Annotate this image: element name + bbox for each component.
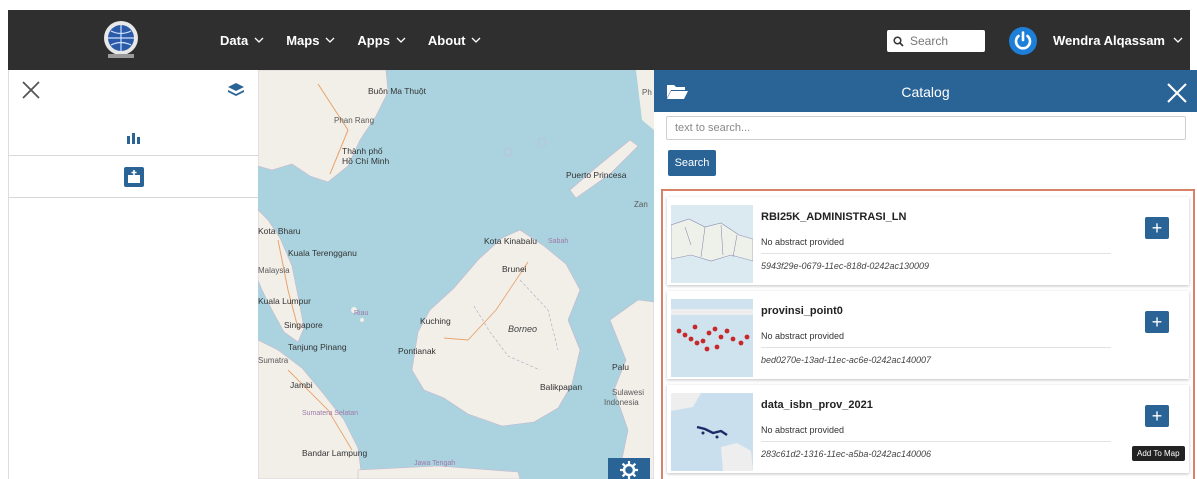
nav-about[interactable]: About <box>428 33 482 48</box>
chevron-down-icon <box>396 37 406 43</box>
map-label: Tanjung Pinang <box>288 342 347 352</box>
map-label: Singapore <box>284 320 323 330</box>
catalog-panel: Catalog Search RBI25K_ADMINISTRASI_LN No… <box>654 70 1197 479</box>
add-data-icon <box>124 166 144 187</box>
chevron-down-icon <box>1173 37 1183 43</box>
nav-data[interactable]: Data <box>220 33 264 48</box>
chevron-down-icon <box>325 37 335 43</box>
record-abstract: No abstract provided <box>761 237 1111 254</box>
close-icon[interactable] <box>21 80 41 100</box>
nav-apps-label: Apps <box>357 32 390 48</box>
logo-icon[interactable] <box>98 16 144 62</box>
catalog-search-button[interactable]: Search <box>668 150 716 176</box>
record-title: RBI25K_ADMINISTRASI_LN <box>761 211 907 223</box>
map-label: Sabah <box>548 238 569 245</box>
user-menu[interactable]: Wendra Alqassam <box>1053 10 1183 70</box>
record-thumbnail <box>671 299 753 377</box>
user-name: Wendra Alqassam <box>1053 32 1165 48</box>
chevron-down-icon <box>254 37 264 43</box>
record-abstract: No abstract provided <box>761 331 1111 348</box>
nav-data-label: Data <box>220 32 249 48</box>
map-label: Buôn Ma Thuột <box>368 86 426 96</box>
map-label: Kota Bharu <box>258 226 301 236</box>
main-nav: Data Maps Apps About <box>220 10 481 70</box>
map-label: Pontianak <box>398 346 436 356</box>
add-to-map-button[interactable]: + <box>1145 311 1169 333</box>
map-view[interactable]: Buôn Ma Thuột Phan Rang Thành phố Hồ Chí… <box>258 70 654 479</box>
record-abstract: No abstract provided <box>761 425 1111 442</box>
top-navbar: Data Maps Apps About Wendra Alqassam <box>8 10 1190 70</box>
map-label: Balikpapan <box>540 382 583 392</box>
close-icon[interactable] <box>1166 82 1188 104</box>
map-label: Palu <box>612 362 630 372</box>
header-search[interactable] <box>887 30 985 52</box>
map-label: Sumatera Selatan <box>302 410 359 417</box>
map-label: Kuala Terengganu <box>288 248 357 258</box>
nav-about-label: About <box>427 32 466 48</box>
map-label: Kuching <box>420 316 451 326</box>
map-label: Sulawesi <box>612 388 645 397</box>
record-id: bed0270e-13ad-11ec-ac6e-0242ac140007 <box>761 355 931 365</box>
catalog-record[interactable]: data_isbn_prov_2021 No abstract provided… <box>667 385 1189 473</box>
map-label: Phan Rang <box>334 116 375 125</box>
panel-row-layers[interactable] <box>9 120 259 156</box>
record-id: 5943f29e-0679-11ec-818d-0242ac130009 <box>761 261 929 271</box>
chevron-down-icon <box>472 37 481 43</box>
nav-maps[interactable]: Maps <box>286 33 335 48</box>
catalog-header: Catalog <box>654 70 1197 112</box>
record-title: data_isbn_prov_2021 <box>761 399 873 411</box>
add-to-map-tooltip: Add To Map <box>1132 446 1185 461</box>
map-settings-button[interactable] <box>608 458 650 479</box>
map-label: Hồ Chí Minh <box>342 156 390 166</box>
map-label: Borneo <box>508 324 538 334</box>
map-label: Malaysia <box>258 266 290 275</box>
map-label: Jambi <box>290 380 313 390</box>
record-id: 283c61d2-1316-11ec-a5ba-0242ac140006 <box>761 449 931 459</box>
record-title: provinsi_point0 <box>761 305 843 317</box>
map-label: Riau <box>354 310 369 317</box>
power-icon[interactable] <box>1008 26 1038 56</box>
map-label: Puerto Princesa <box>566 170 627 180</box>
map-label: Kota Kinabalu <box>484 236 537 246</box>
left-panel <box>8 70 259 479</box>
layer-list-icon <box>127 132 140 144</box>
catalog-record[interactable]: provinsi_point0 No abstract provided bed… <box>667 291 1189 379</box>
map-label: Zan <box>634 200 648 209</box>
add-to-map-button[interactable]: + <box>1145 405 1169 427</box>
basemap <box>258 70 654 479</box>
map-label: Kuala Lumpur <box>258 296 311 306</box>
map-label: Sumatra <box>258 356 289 365</box>
catalog-results: RBI25K_ADMINISTRASI_LN No abstract provi… <box>661 189 1195 479</box>
panel-row-add-data[interactable] <box>9 156 259 198</box>
catalog-record[interactable]: RBI25K_ADMINISTRASI_LN No abstract provi… <box>667 197 1189 285</box>
nav-maps-label: Maps <box>286 32 320 48</box>
map-label: Bandar Lampung <box>302 448 368 458</box>
map-label: Ph <box>642 88 652 97</box>
record-thumbnail <box>671 205 753 283</box>
gear-icon <box>620 461 638 479</box>
catalog-title: Catalog <box>901 84 950 100</box>
search-icon <box>893 35 904 47</box>
catalog-search-input[interactable] <box>666 116 1186 140</box>
map-label: Thành phố <box>342 146 383 156</box>
nav-apps[interactable]: Apps <box>357 33 406 48</box>
map-label: Indonesia <box>604 398 639 407</box>
add-to-map-button[interactable]: + <box>1145 217 1169 239</box>
record-thumbnail <box>671 393 753 471</box>
map-label: Jawa Tengah <box>414 460 456 467</box>
map-label: Brunei <box>502 264 527 274</box>
header-search-input[interactable] <box>910 34 980 48</box>
layers-icon[interactable] <box>227 82 245 98</box>
